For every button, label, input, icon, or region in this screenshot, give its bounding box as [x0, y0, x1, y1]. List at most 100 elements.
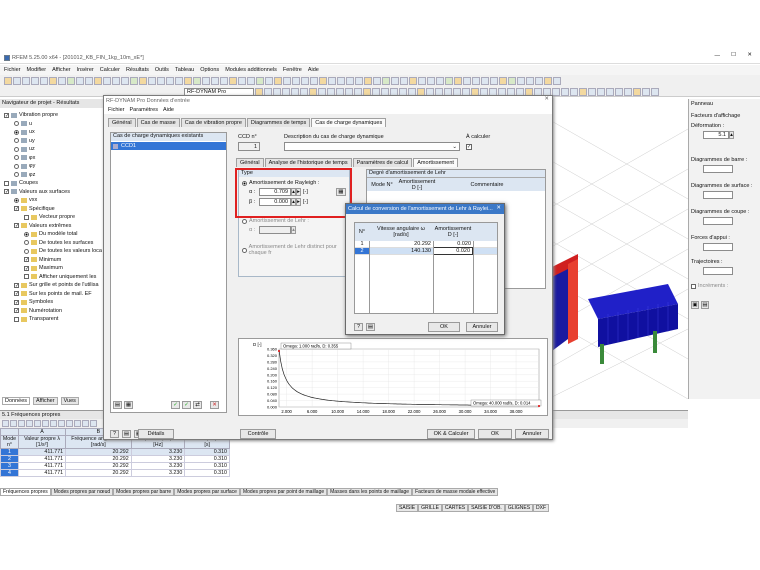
- conv-help-icon[interactable]: ?: [354, 323, 363, 331]
- dialog-tab-0[interactable]: Général: [108, 118, 136, 127]
- toolbar-53-icon[interactable]: [481, 76, 489, 85]
- menu-item-4[interactable]: Calculer: [100, 67, 120, 73]
- toolbar-12-icon[interactable]: [112, 76, 120, 85]
- toolbar-56-icon[interactable]: [508, 76, 516, 85]
- toolbar-29-icon[interactable]: [265, 76, 273, 85]
- table-tab-5[interactable]: Masses dans les points de maillage: [327, 487, 413, 496]
- conv-row[interactable]: 1 20.292 0.020: [355, 241, 497, 248]
- toolbar-58-icon[interactable]: [526, 76, 534, 85]
- table-tool-6-icon[interactable]: [50, 420, 57, 427]
- toolbar-54-icon[interactable]: [490, 76, 498, 85]
- tree-item-5[interactable]: φx: [0, 154, 103, 163]
- toolbar-5-icon[interactable]: [49, 76, 57, 85]
- toolbar-51-icon[interactable]: [463, 76, 471, 85]
- dialog-tab-1[interactable]: Cas de masse: [136, 118, 180, 127]
- tree-toggle-19[interactable]: [24, 274, 29, 280]
- lehr-radio[interactable]: [242, 218, 247, 224]
- toolbar-27-icon[interactable]: [247, 76, 255, 85]
- tree-toggle-13[interactable]: ✓: [14, 223, 19, 229]
- tree-toggle-6[interactable]: [14, 163, 19, 169]
- tree-item-1[interactable]: u: [0, 120, 103, 129]
- table-tool-4-icon[interactable]: [34, 420, 41, 427]
- tree-item-12[interactable]: Vecteur propre: [0, 213, 103, 222]
- status-1[interactable]: GRILLE: [418, 504, 442, 512]
- toolbar-7-icon[interactable]: [67, 76, 75, 85]
- toolbar-17-icon[interactable]: [157, 76, 165, 85]
- table-tab-2[interactable]: Modes propres par barre: [113, 487, 175, 496]
- toolbar2-42-icon[interactable]: [633, 87, 641, 96]
- table-tool-11-icon[interactable]: [90, 420, 97, 427]
- table-tab-6[interactable]: Facteurs de masse modale effective: [412, 487, 499, 496]
- toolbar-48-icon[interactable]: [436, 76, 444, 85]
- menu-item-0[interactable]: Fichier: [4, 67, 21, 73]
- lehr-spinner[interactable]: ▴: [291, 226, 296, 234]
- tree-item-24[interactable]: Transparent: [0, 315, 103, 324]
- toolbar-45-icon[interactable]: [409, 76, 417, 85]
- units-icon[interactable]: ▤: [122, 430, 131, 438]
- panel-filter-icon[interactable]: ▤: [701, 301, 709, 309]
- tree-item-6[interactable]: φy: [0, 162, 103, 171]
- tree-toggle-15[interactable]: [24, 240, 29, 246]
- status-4[interactable]: GLIGNES: [504, 504, 534, 512]
- toolbar2-38-icon[interactable]: [597, 87, 605, 96]
- nav-tab-2[interactable]: Vues: [60, 397, 79, 405]
- toolbar2-43-icon[interactable]: [642, 87, 650, 96]
- conv-cancel-button[interactable]: Annuler: [466, 322, 498, 332]
- toolbar-20-icon[interactable]: [184, 76, 192, 85]
- list-copy-icon[interactable]: ▤: [113, 401, 122, 409]
- toolbar-39-icon[interactable]: [355, 76, 363, 85]
- table-tab-0[interactable]: Fréquences propres: [0, 487, 51, 496]
- toolbar-55-icon[interactable]: [499, 76, 507, 85]
- table-tool-5-icon[interactable]: [42, 420, 49, 427]
- member-diagrams-input[interactable]: [703, 165, 733, 173]
- tree-toggle-2[interactable]: [14, 129, 19, 135]
- tree-toggle-8[interactable]: [4, 180, 9, 186]
- tree-toggle-23[interactable]: ✓: [14, 308, 19, 314]
- toolbar-4-icon[interactable]: [40, 76, 48, 85]
- toolbar-41-icon[interactable]: [373, 76, 381, 85]
- tree-toggle-17[interactable]: ✓: [24, 257, 29, 263]
- conv-ok-button[interactable]: OK: [428, 322, 460, 332]
- toolbar-34-icon[interactable]: [310, 76, 318, 85]
- toolbar-43-icon[interactable]: [391, 76, 399, 85]
- table-tab-1[interactable]: Modes propres par nœud: [50, 487, 114, 496]
- menu-item-7[interactable]: Tableau: [175, 67, 194, 73]
- toolbar-50-icon[interactable]: [454, 76, 462, 85]
- tree-item-21[interactable]: ✓ Sur les points de mail. EF: [0, 290, 103, 299]
- tree-toggle-18[interactable]: ✓: [24, 265, 29, 271]
- tree-toggle-9[interactable]: ✓: [4, 189, 9, 195]
- toolbar-13-icon[interactable]: [121, 76, 129, 85]
- increments-checkbox[interactable]: [691, 283, 696, 289]
- dialog-menu-1[interactable]: Paramètres: [130, 107, 158, 113]
- panel-print-icon[interactable]: ▣: [691, 301, 699, 309]
- toolbar-35-icon[interactable]: [319, 76, 327, 85]
- toolbar-37-icon[interactable]: [337, 76, 345, 85]
- help-icon[interactable]: ?: [110, 430, 119, 438]
- menu-item-3[interactable]: Insérer: [77, 67, 94, 73]
- tree-item-2[interactable]: ux: [0, 128, 103, 137]
- tree-item-23[interactable]: ✓ Numérotation: [0, 307, 103, 316]
- toolbar-3-icon[interactable]: [31, 76, 39, 85]
- tree-item-4[interactable]: uz: [0, 145, 103, 154]
- toolbar-28-icon[interactable]: [256, 76, 264, 85]
- table-tool-0-icon[interactable]: [2, 420, 9, 427]
- tree-toggle-14[interactable]: [24, 231, 29, 237]
- toolbar-61-icon[interactable]: [553, 76, 561, 85]
- toolbar-42-icon[interactable]: [382, 76, 390, 85]
- table-row[interactable]: 2 411.771 20.292 3.230 0.310: [0, 455, 230, 463]
- tree-toggle-4[interactable]: [14, 146, 19, 152]
- list-move-icon[interactable]: ⇄: [193, 401, 202, 409]
- toolbar-9-icon[interactable]: [85, 76, 93, 85]
- toolbar2-34-icon[interactable]: [561, 87, 569, 96]
- toolbar-44-icon[interactable]: [400, 76, 408, 85]
- tree-toggle-3[interactable]: [14, 138, 19, 144]
- toolbar-49-icon[interactable]: [445, 76, 453, 85]
- menu-item-1[interactable]: Modifier: [27, 67, 47, 73]
- description-input[interactable]: ⌄: [284, 142, 460, 151]
- tree-item-22[interactable]: ✓ Symboles: [0, 298, 103, 307]
- subtab-1[interactable]: Analyse de l'historique de temps: [264, 158, 352, 167]
- table-tool-3-icon[interactable]: [26, 420, 33, 427]
- calculate-checkbox[interactable]: ✓: [466, 144, 472, 150]
- toolbar2-33-icon[interactable]: [552, 87, 560, 96]
- toolbar2-44-icon[interactable]: [651, 87, 659, 96]
